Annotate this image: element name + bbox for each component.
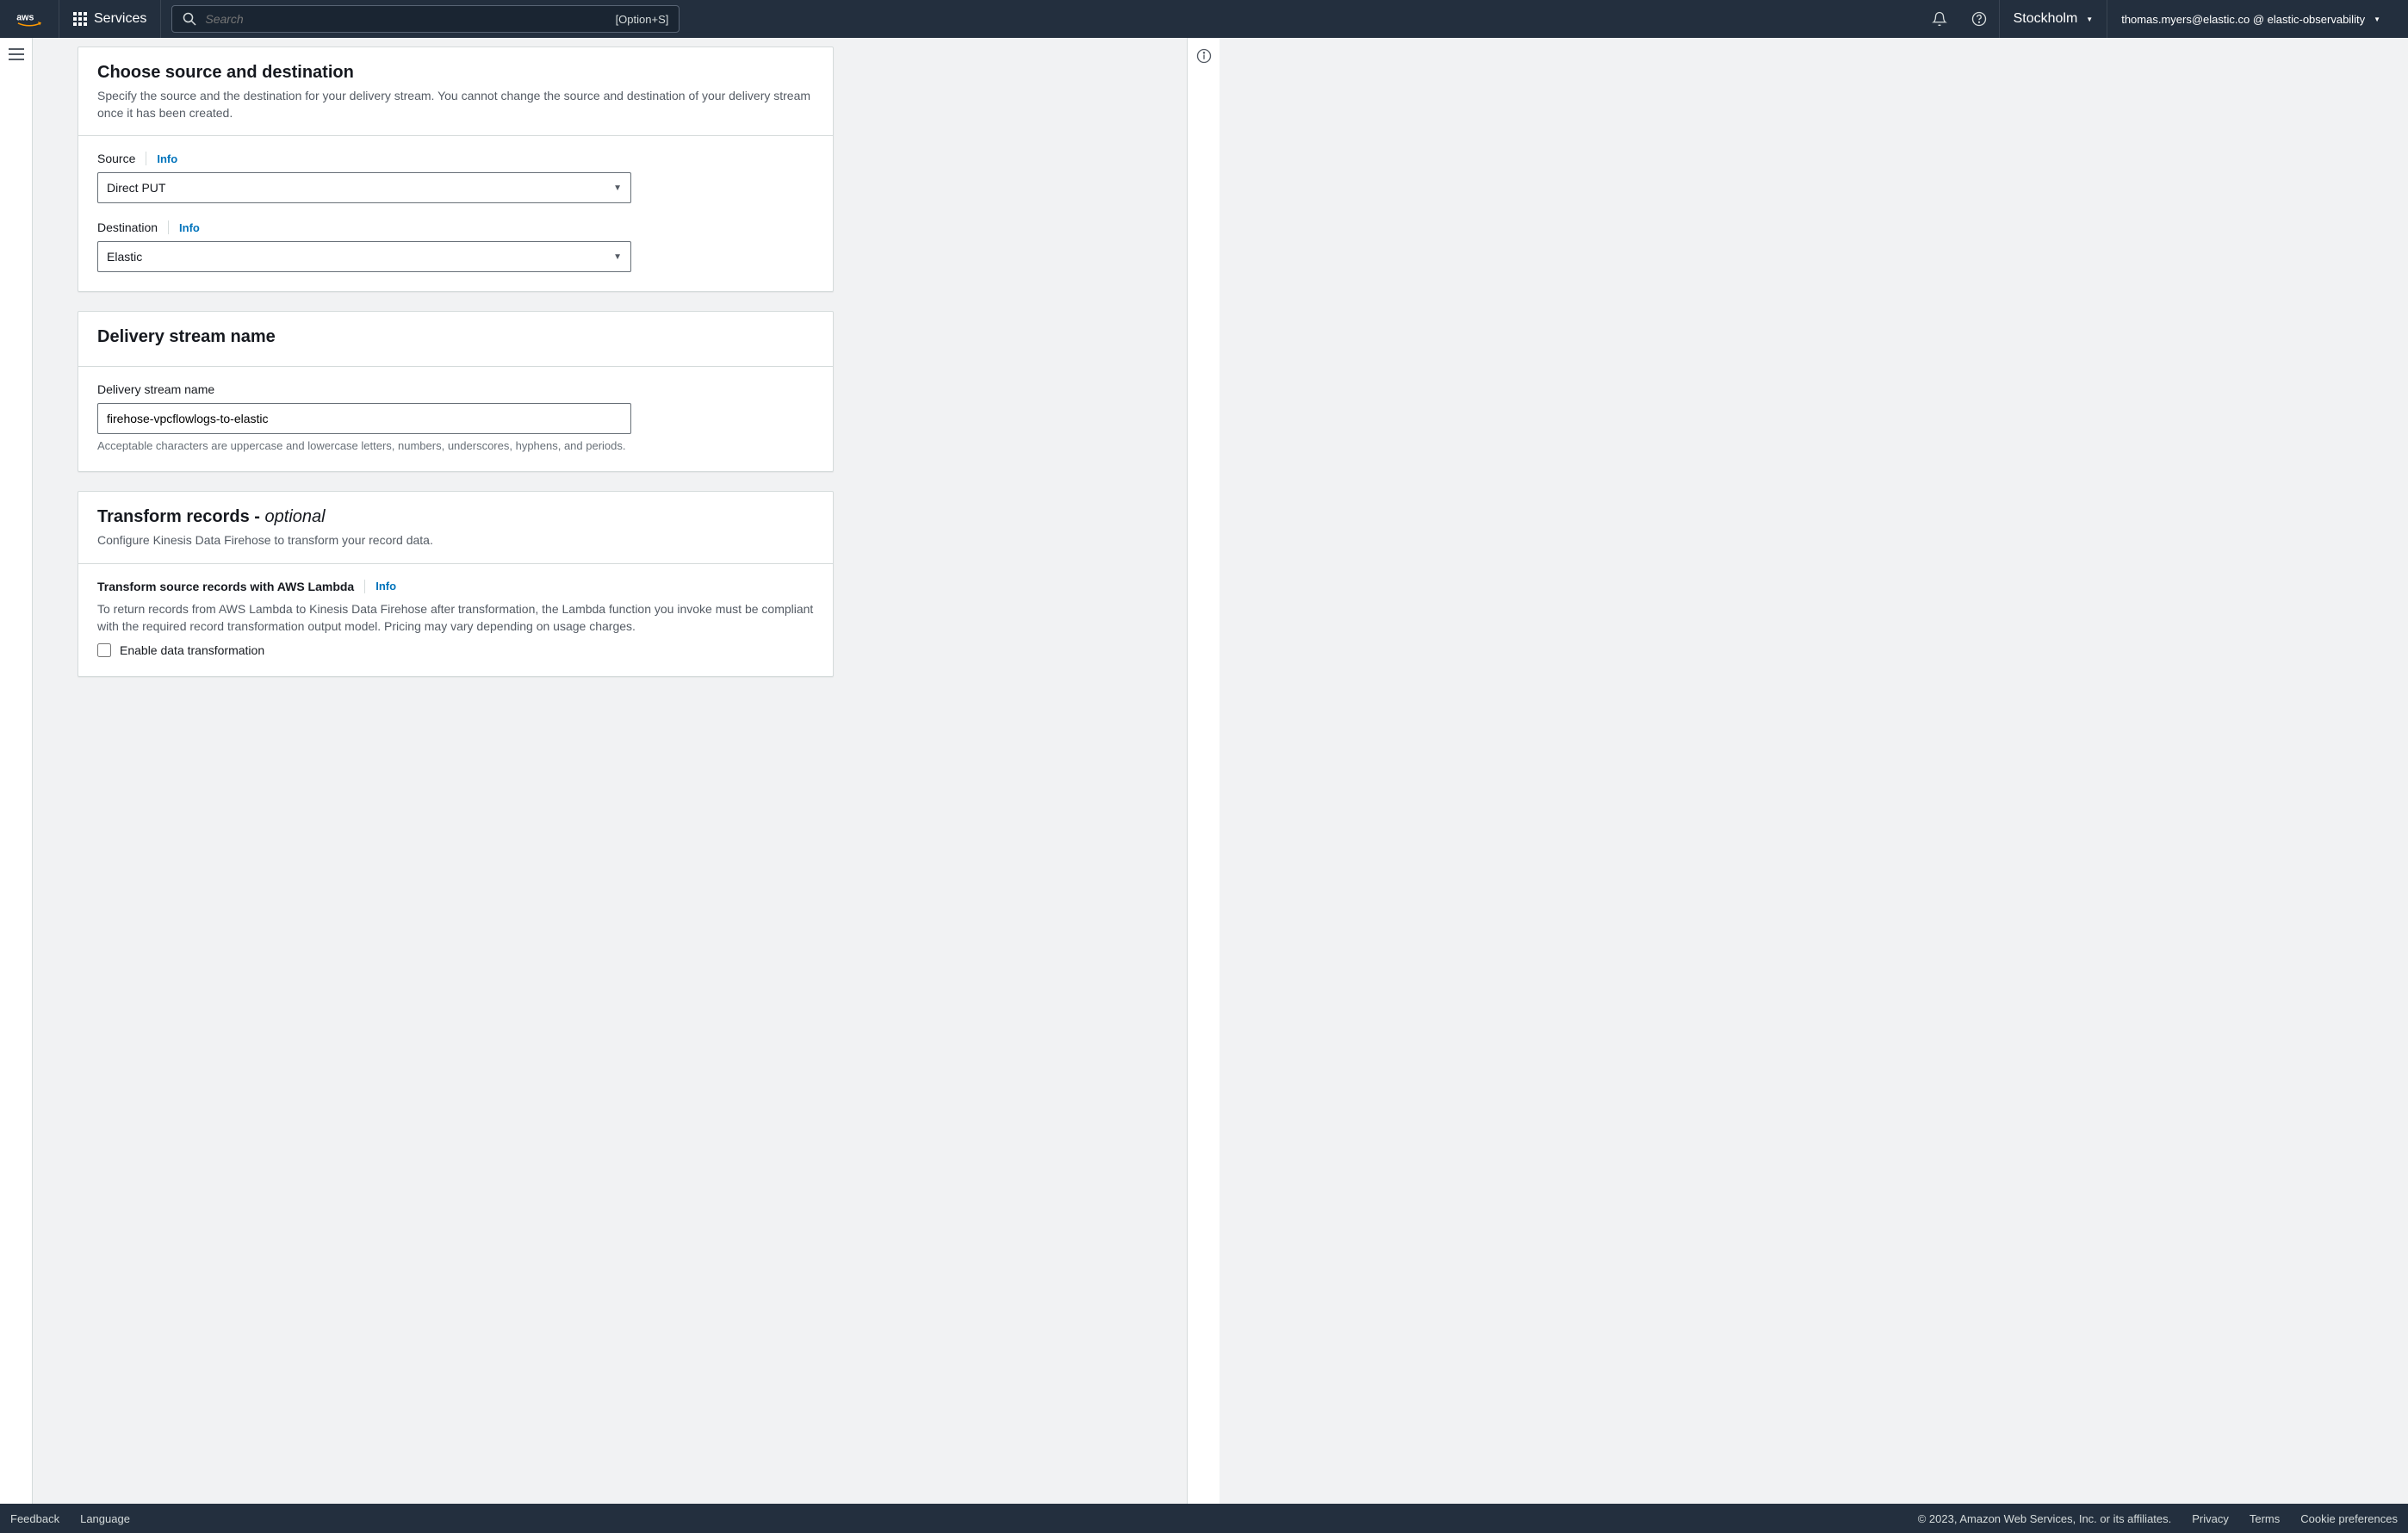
privacy-link[interactable]: Privacy	[2192, 1512, 2229, 1525]
help-button[interactable]	[1959, 0, 1999, 38]
destination-value: Elastic	[107, 250, 142, 264]
region-label: Stockholm	[2014, 11, 2078, 27]
panel-source-destination: Choose source and destination Specify th…	[78, 47, 834, 292]
divider	[364, 580, 365, 593]
search-icon	[183, 12, 196, 26]
help-icon	[1971, 11, 1987, 27]
stream-name-label: Delivery stream name	[97, 382, 214, 396]
terms-link[interactable]: Terms	[2250, 1512, 2280, 1525]
menu-icon	[9, 48, 24, 60]
source-value: Direct PUT	[107, 181, 165, 195]
svg-text:aws: aws	[16, 13, 34, 23]
divider	[168, 220, 169, 234]
notifications-button[interactable]	[1920, 0, 1959, 38]
panel-desc-source-dest: Specify the source and the destination f…	[97, 88, 814, 121]
top-nav: aws Services [Option+S] Stockholm thomas…	[0, 0, 2408, 38]
panel-title-stream-name: Delivery stream name	[97, 327, 814, 347]
search-input[interactable]	[205, 12, 606, 26]
source-label: Source	[97, 152, 135, 165]
left-nav-rail	[0, 38, 33, 1504]
panel-stream-name: Delivery stream name Delivery stream nam…	[78, 311, 834, 472]
cookie-prefs-link[interactable]: Cookie preferences	[2300, 1512, 2398, 1525]
lambda-info-link[interactable]: Info	[375, 580, 396, 593]
open-nav-button[interactable]	[9, 48, 24, 60]
info-icon	[1196, 48, 1212, 64]
feedback-link[interactable]: Feedback	[10, 1512, 59, 1525]
user-label: thomas.myers@elastic.co @ elastic-observ…	[2121, 13, 2365, 26]
panel-title-source-dest: Choose source and destination	[97, 63, 814, 83]
open-help-button[interactable]	[1196, 48, 1212, 64]
panel-desc-transform: Configure Kinesis Data Firehose to trans…	[97, 532, 814, 549]
stream-name-help: Acceptable characters are uppercase and …	[97, 439, 814, 452]
aws-logo[interactable]: aws	[14, 0, 59, 38]
destination-info-link[interactable]: Info	[179, 221, 200, 234]
account-selector[interactable]: thomas.myers@elastic.co @ elastic-observ…	[2107, 0, 2394, 38]
enable-transform-checkbox[interactable]	[97, 643, 111, 657]
search-container: [Option+S]	[171, 5, 680, 33]
language-link[interactable]: Language	[80, 1512, 130, 1525]
services-label: Services	[94, 11, 146, 27]
chevron-down-icon: ▼	[613, 183, 622, 193]
bell-icon	[1932, 11, 1947, 27]
destination-select[interactable]: Elastic ▼	[97, 241, 631, 272]
enable-transform-label[interactable]: Enable data transformation	[120, 643, 264, 657]
search-box[interactable]: [Option+S]	[171, 5, 680, 33]
main-content: Choose source and destination Specify th…	[33, 38, 1187, 1504]
lambda-description: To return records from AWS Lambda to Kin…	[97, 600, 814, 636]
services-menu-button[interactable]: Services	[59, 0, 161, 38]
panel-transform-records: Transform records - optional Configure K…	[78, 491, 834, 677]
panel-title-transform: Transform records - optional	[97, 507, 814, 527]
lambda-section-label: Transform source records with AWS Lambda	[97, 580, 354, 593]
search-shortcut-hint: [Option+S]	[616, 13, 669, 26]
stream-name-input[interactable]	[97, 403, 631, 434]
copyright-text: © 2023, Amazon Web Services, Inc. or its…	[1918, 1512, 2172, 1525]
region-selector[interactable]: Stockholm	[1999, 0, 2108, 38]
chevron-down-icon: ▼	[613, 252, 622, 262]
source-select[interactable]: Direct PUT ▼	[97, 172, 631, 203]
right-help-rail	[1187, 38, 1220, 1504]
footer: Feedback Language © 2023, Amazon Web Ser…	[0, 1504, 2408, 1533]
destination-label: Destination	[97, 220, 158, 234]
source-info-link[interactable]: Info	[157, 152, 177, 165]
grid-icon	[73, 12, 87, 26]
